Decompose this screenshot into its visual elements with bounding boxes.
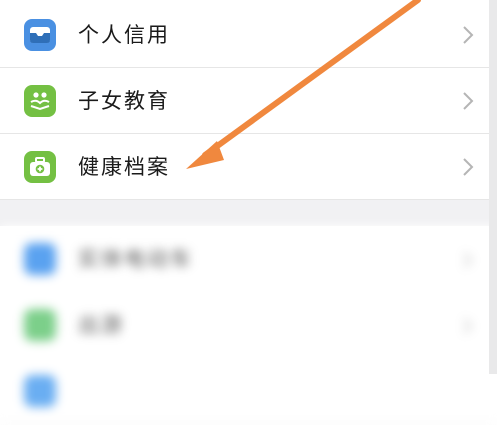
blurred-list-item[interactable]: 实体电动车 <box>0 226 497 293</box>
scroll-edge <box>489 0 497 374</box>
menu-item-personal-credit[interactable]: 个人信用 <box>0 2 497 68</box>
chevron-right-icon <box>463 158 474 176</box>
blurred-list-item[interactable]: 出游 <box>0 292 497 359</box>
app-icon <box>24 309 56 341</box>
menu-item-health-records[interactable]: 健康档案 <box>0 134 497 200</box>
blurred-section: 实体电动车 出游 <box>0 226 497 425</box>
app-icon <box>24 375 56 407</box>
menu-item-label: 个人信用 <box>78 23 170 47</box>
blurred-item-label: 实体电动车 <box>78 247 193 271</box>
chevron-right-icon <box>463 318 473 334</box>
menu-item-child-education[interactable]: 子女教育 <box>0 68 497 134</box>
medical-kit-icon <box>24 151 56 183</box>
app-icon <box>24 243 56 275</box>
chevron-right-icon <box>463 252 473 268</box>
section-divider <box>0 200 497 226</box>
family-book-icon <box>24 85 56 117</box>
chevron-right-icon <box>463 26 474 44</box>
menu-item-label: 子女教育 <box>78 89 170 113</box>
chevron-right-icon <box>463 92 474 110</box>
service-list: 个人信用 子女教育 健康档案 实体电动车 出游 <box>0 0 497 425</box>
envelope-tray-icon <box>24 19 56 51</box>
blurred-item-label: 出游 <box>78 313 124 337</box>
menu-item-label: 健康档案 <box>78 155 170 179</box>
blurred-list-item[interactable] <box>0 358 497 425</box>
